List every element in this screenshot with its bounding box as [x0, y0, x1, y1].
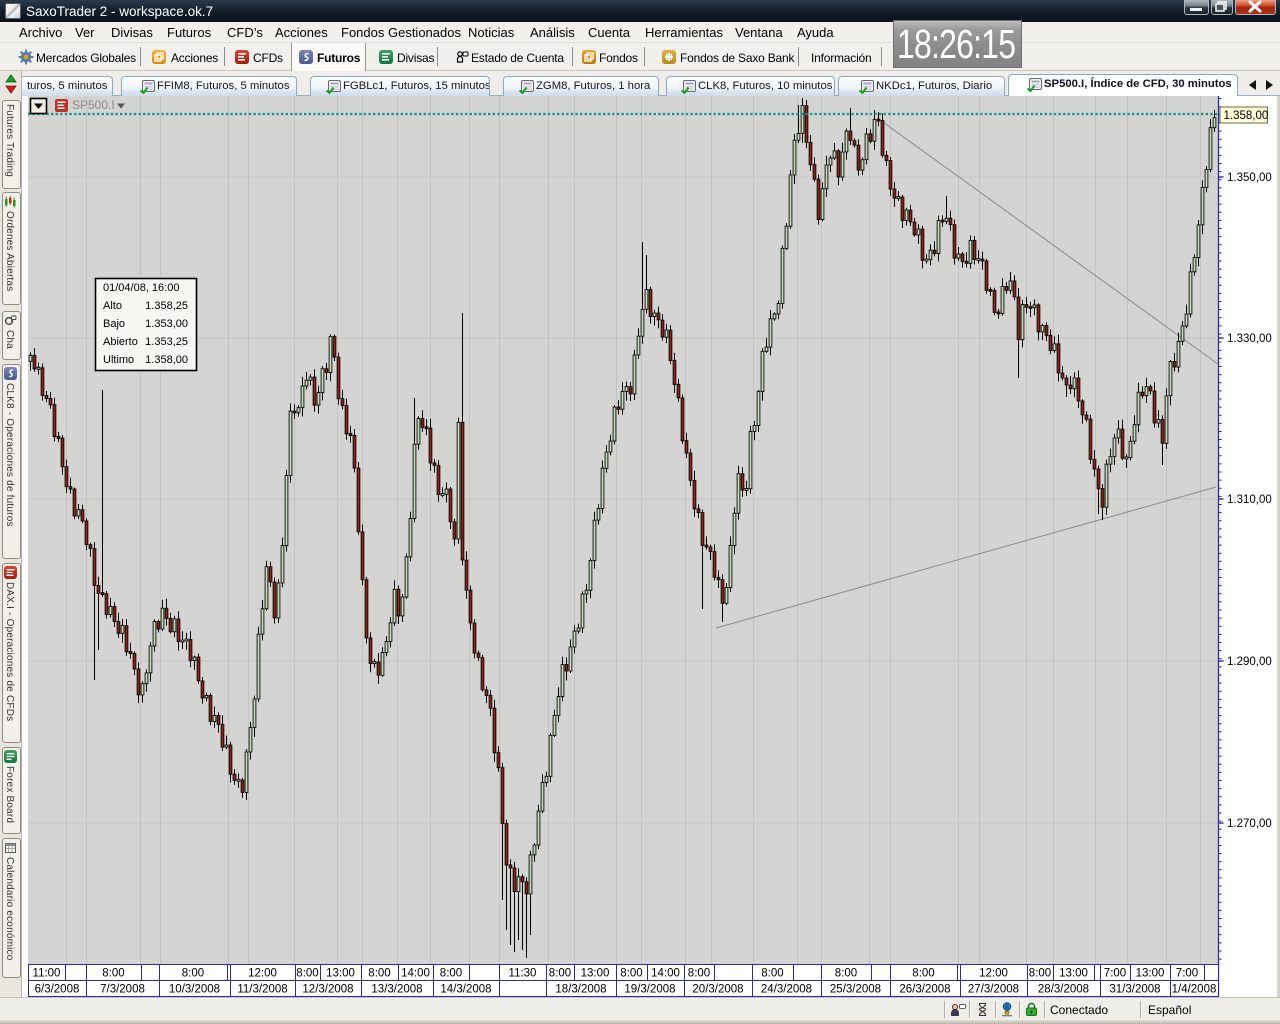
svg-text:8:00: 8:00 — [688, 968, 710, 980]
svg-text:14:00: 14:00 — [401, 968, 430, 980]
svg-text:8:00: 8:00 — [440, 968, 462, 980]
svg-text:1.350,00: 1.350,00 — [1227, 172, 1272, 184]
svg-text:12/3/2008: 12/3/2008 — [302, 984, 353, 996]
svg-text:1.330,00: 1.330,00 — [1227, 333, 1272, 345]
svg-text:31/3/2008: 31/3/2008 — [1109, 984, 1160, 996]
svg-text:8:00: 8:00 — [296, 968, 318, 980]
svg-text:1/4/2008: 1/4/2008 — [1172, 984, 1217, 996]
svg-text:1.353,25: 1.353,25 — [145, 336, 188, 348]
svg-text:1.310,00: 1.310,00 — [1227, 494, 1272, 506]
svg-text:7:00: 7:00 — [1176, 968, 1198, 980]
svg-text:14/3/2008: 14/3/2008 — [440, 984, 491, 996]
svg-text:1.290,00: 1.290,00 — [1227, 656, 1272, 668]
svg-text:Bajo: Bajo — [103, 318, 125, 330]
svg-text:8:00: 8:00 — [761, 968, 783, 980]
svg-text:1.358,00: 1.358,00 — [145, 354, 188, 366]
svg-text:13:00: 13:00 — [1059, 968, 1088, 980]
svg-text:SP500.I: SP500.I — [72, 98, 115, 112]
svg-text:1.358,00: 1.358,00 — [1224, 110, 1269, 122]
svg-text:12:00: 12:00 — [248, 968, 277, 980]
svg-text:Abierto: Abierto — [103, 336, 138, 348]
svg-text:26/3/2008: 26/3/2008 — [899, 984, 950, 996]
svg-text:6/3/2008: 6/3/2008 — [35, 984, 80, 996]
svg-text:1.358,25: 1.358,25 — [145, 300, 188, 312]
svg-text:8:00: 8:00 — [835, 968, 857, 980]
svg-text:13/3/2008: 13/3/2008 — [371, 984, 422, 996]
svg-text:1.270,00: 1.270,00 — [1227, 818, 1272, 830]
svg-text:Ultimo: Ultimo — [103, 354, 134, 366]
svg-text:13:00: 13:00 — [326, 968, 355, 980]
svg-text:24/3/2008: 24/3/2008 — [761, 984, 812, 996]
svg-text:28/3/2008: 28/3/2008 — [1038, 984, 1089, 996]
svg-text:20/3/2008: 20/3/2008 — [692, 984, 743, 996]
svg-text:11:30: 11:30 — [509, 968, 537, 980]
svg-text:01/04/08, 16:00: 01/04/08, 16:00 — [103, 282, 179, 294]
svg-text:8:00: 8:00 — [912, 968, 934, 980]
svg-text:12:00: 12:00 — [979, 968, 1008, 980]
svg-text:13:00: 13:00 — [581, 968, 610, 980]
svg-text:10/3/2008: 10/3/2008 — [169, 984, 220, 996]
svg-text:14:00: 14:00 — [651, 968, 680, 980]
svg-text:19/3/2008: 19/3/2008 — [624, 984, 675, 996]
svg-text:11:00: 11:00 — [33, 968, 61, 980]
svg-text:8:00: 8:00 — [1029, 968, 1051, 980]
svg-text:1.353,00: 1.353,00 — [145, 318, 188, 330]
svg-text:7/3/2008: 7/3/2008 — [100, 984, 145, 996]
svg-text:25/3/2008: 25/3/2008 — [830, 984, 881, 996]
svg-text:13:00: 13:00 — [1136, 968, 1165, 980]
svg-text:8:00: 8:00 — [620, 968, 642, 980]
svg-text:8:00: 8:00 — [368, 968, 390, 980]
svg-text:11/3/2008: 11/3/2008 — [237, 984, 287, 996]
svg-text:8:00: 8:00 — [549, 968, 571, 980]
svg-text:8:00: 8:00 — [102, 968, 124, 980]
svg-text:Alto: Alto — [103, 300, 122, 312]
svg-text:27/3/2008: 27/3/2008 — [968, 984, 1019, 996]
svg-text:8:00: 8:00 — [182, 968, 204, 980]
svg-text:18/3/2008: 18/3/2008 — [555, 984, 606, 996]
svg-text:7:00: 7:00 — [1104, 968, 1126, 980]
